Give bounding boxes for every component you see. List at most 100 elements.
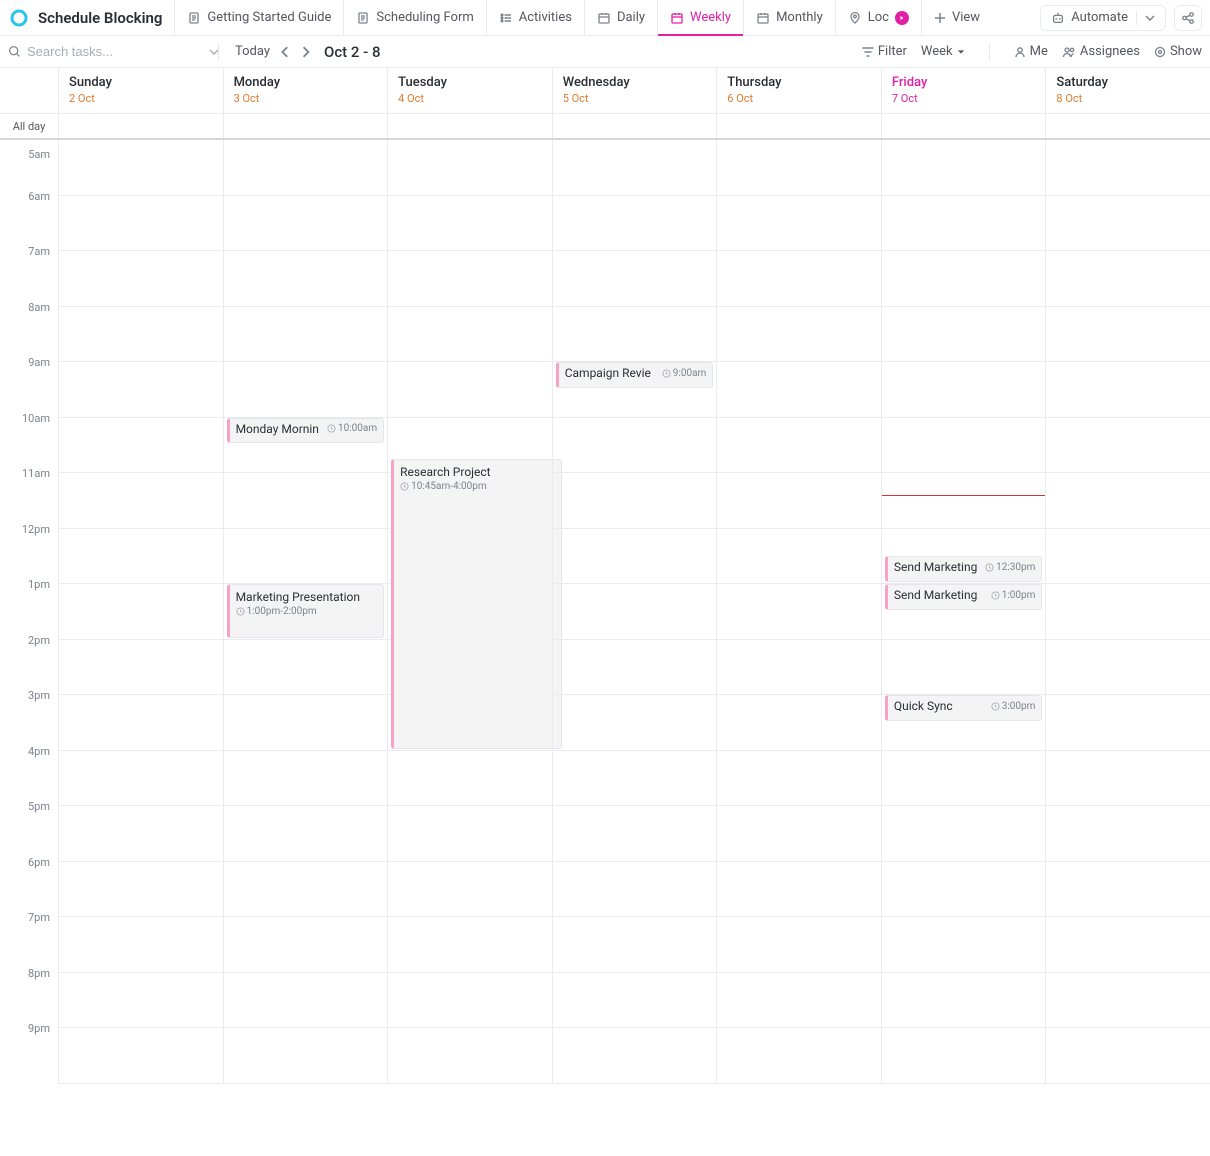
time-slot[interactable] <box>1046 251 1210 307</box>
time-slot[interactable] <box>388 140 552 196</box>
all-day-cell[interactable] <box>716 114 881 138</box>
tab-scheduling-form[interactable]: Scheduling Form <box>343 0 485 35</box>
time-slot[interactable] <box>224 806 388 862</box>
time-slot[interactable] <box>717 640 881 696</box>
time-slot[interactable] <box>388 1028 552 1084</box>
prev-week-button[interactable] <box>276 46 296 58</box>
calendar-event[interactable]: Send Marketing1:00pm <box>885 584 1043 610</box>
week-dropdown[interactable]: Week <box>921 44 965 59</box>
tab-getting-started-guide[interactable]: Getting Started Guide <box>174 0 343 35</box>
time-slot[interactable] <box>59 806 223 862</box>
time-slot[interactable] <box>1046 640 1210 696</box>
time-slot[interactable] <box>388 917 552 973</box>
time-slot[interactable] <box>59 917 223 973</box>
automate-button[interactable]: Automate <box>1040 5 1166 31</box>
time-slot[interactable] <box>882 307 1046 363</box>
tab-activities[interactable]: Activities <box>486 0 584 35</box>
day-column[interactable]: Monday Mornin10:00am Marketing Presentati… <box>223 140 388 1084</box>
all-day-cell[interactable] <box>1045 114 1210 138</box>
day-header[interactable]: Tuesday4 Oct <box>387 68 552 113</box>
time-slot[interactable] <box>59 418 223 474</box>
time-slot[interactable] <box>1046 973 1210 1029</box>
next-week-button[interactable] <box>296 46 316 58</box>
time-slot[interactable] <box>882 140 1046 196</box>
time-slot[interactable] <box>224 251 388 307</box>
time-slot[interactable] <box>1046 418 1210 474</box>
time-slot[interactable] <box>224 1028 388 1084</box>
time-slot[interactable] <box>388 973 552 1029</box>
time-slot[interactable] <box>553 196 717 252</box>
time-slot[interactable] <box>224 917 388 973</box>
time-slot[interactable] <box>59 251 223 307</box>
day-column[interactable] <box>716 140 881 1084</box>
all-day-cell[interactable] <box>58 114 223 138</box>
tab-view[interactable]: View <box>921 0 992 35</box>
time-slot[interactable] <box>59 973 223 1029</box>
day-header[interactable]: Friday7 Oct <box>881 68 1046 113</box>
time-slot[interactable] <box>1046 529 1210 585</box>
time-slot[interactable] <box>553 529 717 585</box>
time-slot[interactable] <box>553 640 717 696</box>
time-slot[interactable] <box>553 584 717 640</box>
calendar-event[interactable]: Campaign Revie9:00am <box>556 362 714 388</box>
me-button[interactable]: Me <box>1014 44 1048 59</box>
time-slot[interactable] <box>1046 1028 1210 1084</box>
time-slot[interactable] <box>59 196 223 252</box>
time-slot[interactable] <box>553 917 717 973</box>
day-header[interactable]: Thursday6 Oct <box>716 68 881 113</box>
calendar-event[interactable]: Quick Sync3:00pm <box>885 695 1043 721</box>
time-slot[interactable] <box>1046 473 1210 529</box>
time-slot[interactable] <box>224 973 388 1029</box>
time-slot[interactable] <box>59 473 223 529</box>
time-slot[interactable] <box>388 751 552 807</box>
time-slot[interactable] <box>717 196 881 252</box>
time-slot[interactable] <box>717 251 881 307</box>
time-slot[interactable] <box>224 695 388 751</box>
time-slot[interactable] <box>59 307 223 363</box>
show-button[interactable]: Show <box>1154 44 1202 59</box>
time-slot[interactable] <box>388 307 552 363</box>
calendar-event[interactable]: Monday Mornin10:00am <box>227 418 385 444</box>
time-slot[interactable] <box>882 473 1046 529</box>
day-header[interactable]: Monday3 Oct <box>223 68 388 113</box>
day-header[interactable]: Saturday8 Oct <box>1045 68 1210 113</box>
time-slot[interactable] <box>882 418 1046 474</box>
time-slot[interactable] <box>717 1028 881 1084</box>
calendar-event[interactable]: Marketing Presentation1:00pm-2:00pm <box>227 584 385 638</box>
time-slot[interactable] <box>717 418 881 474</box>
time-slot[interactable] <box>388 862 552 918</box>
time-slot[interactable] <box>882 917 1046 973</box>
time-slot[interactable] <box>59 584 223 640</box>
time-slot[interactable] <box>1046 695 1210 751</box>
time-slot[interactable] <box>1046 307 1210 363</box>
time-slot[interactable] <box>59 862 223 918</box>
time-slot[interactable] <box>717 584 881 640</box>
tab-loc[interactable]: Loc <box>835 0 921 35</box>
time-slot[interactable] <box>553 695 717 751</box>
day-column[interactable] <box>1045 140 1210 1084</box>
time-slot[interactable] <box>553 418 717 474</box>
time-slot[interactable] <box>224 196 388 252</box>
tab-daily[interactable]: Daily <box>584 0 657 35</box>
time-slot[interactable] <box>717 473 881 529</box>
time-slot[interactable] <box>717 751 881 807</box>
time-slot[interactable] <box>388 196 552 252</box>
time-slot[interactable] <box>1046 584 1210 640</box>
share-button[interactable] <box>1174 5 1202 31</box>
day-header[interactable]: Sunday2 Oct <box>58 68 223 113</box>
time-slot[interactable] <box>224 140 388 196</box>
time-slot[interactable] <box>59 640 223 696</box>
time-slot[interactable] <box>882 362 1046 418</box>
time-slot[interactable] <box>59 362 223 418</box>
time-slot[interactable] <box>553 1028 717 1084</box>
time-slot[interactable] <box>882 751 1046 807</box>
time-slot[interactable] <box>882 196 1046 252</box>
time-slot[interactable] <box>553 862 717 918</box>
time-slot[interactable] <box>717 140 881 196</box>
calendar-event[interactable]: Send Marketing12:30pm <box>885 556 1043 582</box>
time-slot[interactable] <box>59 140 223 196</box>
time-slot[interactable] <box>1046 751 1210 807</box>
time-slot[interactable] <box>1046 196 1210 252</box>
today-button[interactable]: Today <box>229 44 276 59</box>
time-slot[interactable] <box>224 362 388 418</box>
